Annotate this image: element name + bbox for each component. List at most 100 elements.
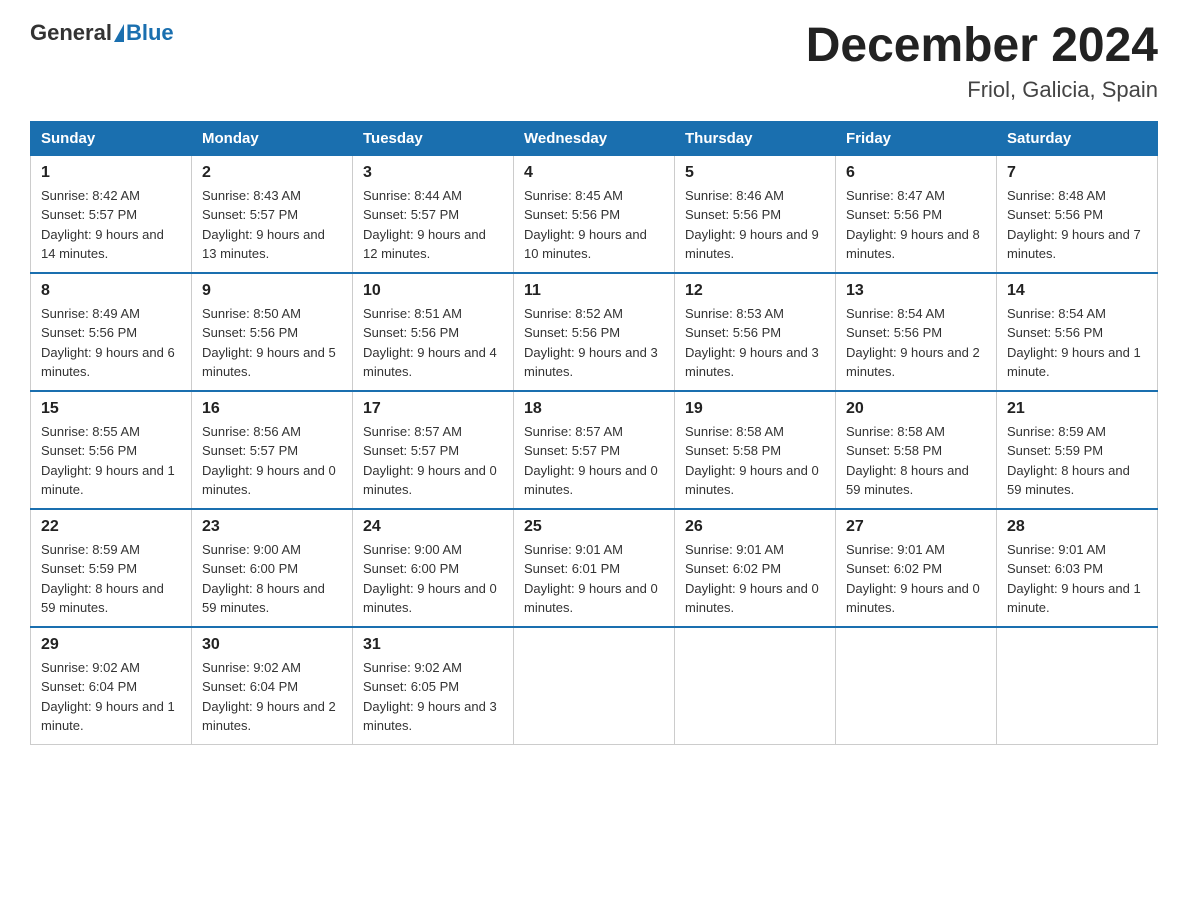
- day-number: 11: [524, 282, 664, 300]
- day-cell: 26 Sunrise: 9:01 AMSunset: 6:02 PMDaylig…: [675, 509, 836, 627]
- day-cell: [514, 627, 675, 745]
- day-cell: 8 Sunrise: 8:49 AMSunset: 5:56 PMDayligh…: [31, 273, 192, 391]
- day-cell: 13 Sunrise: 8:54 AMSunset: 5:56 PMDaylig…: [836, 273, 997, 391]
- day-number: 1: [41, 164, 181, 182]
- day-cell: 18 Sunrise: 8:57 AMSunset: 5:57 PMDaylig…: [514, 391, 675, 509]
- day-cell: 11 Sunrise: 8:52 AMSunset: 5:56 PMDaylig…: [514, 273, 675, 391]
- day-cell: 6 Sunrise: 8:47 AMSunset: 5:56 PMDayligh…: [836, 155, 997, 273]
- day-number: 3: [363, 164, 503, 182]
- day-number: 21: [1007, 400, 1147, 418]
- header-sunday: Sunday: [31, 121, 192, 155]
- day-number: 24: [363, 518, 503, 536]
- week-row-1: 1 Sunrise: 8:42 AMSunset: 5:57 PMDayligh…: [31, 155, 1158, 273]
- day-number: 8: [41, 282, 181, 300]
- day-number: 25: [524, 518, 664, 536]
- day-cell: 28 Sunrise: 9:01 AMSunset: 6:03 PMDaylig…: [997, 509, 1158, 627]
- day-cell: 16 Sunrise: 8:56 AMSunset: 5:57 PMDaylig…: [192, 391, 353, 509]
- day-number: 23: [202, 518, 342, 536]
- day-info: Sunrise: 9:00 AMSunset: 6:00 PMDaylight:…: [202, 540, 342, 618]
- day-cell: 14 Sunrise: 8:54 AMSunset: 5:56 PMDaylig…: [997, 273, 1158, 391]
- day-number: 10: [363, 282, 503, 300]
- day-info: Sunrise: 8:48 AMSunset: 5:56 PMDaylight:…: [1007, 186, 1147, 264]
- day-cell: [997, 627, 1158, 745]
- header-wednesday: Wednesday: [514, 121, 675, 155]
- logo-triangle-icon: [114, 24, 124, 42]
- location-title: Friol, Galicia, Spain: [806, 77, 1158, 103]
- day-number: 20: [846, 400, 986, 418]
- day-number: 27: [846, 518, 986, 536]
- day-info: Sunrise: 8:49 AMSunset: 5:56 PMDaylight:…: [41, 304, 181, 382]
- day-cell: 17 Sunrise: 8:57 AMSunset: 5:57 PMDaylig…: [353, 391, 514, 509]
- day-number: 12: [685, 282, 825, 300]
- header-monday: Monday: [192, 121, 353, 155]
- day-number: 28: [1007, 518, 1147, 536]
- header-tuesday: Tuesday: [353, 121, 514, 155]
- day-cell: 27 Sunrise: 9:01 AMSunset: 6:02 PMDaylig…: [836, 509, 997, 627]
- day-info: Sunrise: 8:57 AMSunset: 5:57 PMDaylight:…: [524, 422, 664, 500]
- day-info: Sunrise: 9:00 AMSunset: 6:00 PMDaylight:…: [363, 540, 503, 618]
- day-number: 2: [202, 164, 342, 182]
- header-saturday: Saturday: [997, 121, 1158, 155]
- day-info: Sunrise: 8:59 AMSunset: 5:59 PMDaylight:…: [1007, 422, 1147, 500]
- day-number: 4: [524, 164, 664, 182]
- day-cell: 19 Sunrise: 8:58 AMSunset: 5:58 PMDaylig…: [675, 391, 836, 509]
- day-number: 9: [202, 282, 342, 300]
- day-cell: 5 Sunrise: 8:46 AMSunset: 5:56 PMDayligh…: [675, 155, 836, 273]
- day-number: 26: [685, 518, 825, 536]
- day-cell: 30 Sunrise: 9:02 AMSunset: 6:04 PMDaylig…: [192, 627, 353, 745]
- page-header: General Blue December 2024 Friol, Galici…: [30, 20, 1158, 103]
- day-info: Sunrise: 8:56 AMSunset: 5:57 PMDaylight:…: [202, 422, 342, 500]
- day-info: Sunrise: 8:51 AMSunset: 5:56 PMDaylight:…: [363, 304, 503, 382]
- calendar-table: SundayMondayTuesdayWednesdayThursdayFrid…: [30, 121, 1158, 745]
- calendar-header-row: SundayMondayTuesdayWednesdayThursdayFrid…: [31, 121, 1158, 155]
- header-friday: Friday: [836, 121, 997, 155]
- day-cell: 21 Sunrise: 8:59 AMSunset: 5:59 PMDaylig…: [997, 391, 1158, 509]
- day-info: Sunrise: 9:02 AMSunset: 6:04 PMDaylight:…: [202, 658, 342, 736]
- day-info: Sunrise: 9:01 AMSunset: 6:02 PMDaylight:…: [846, 540, 986, 618]
- logo-general-text: General: [30, 20, 112, 46]
- title-block: December 2024 Friol, Galicia, Spain: [806, 20, 1158, 103]
- day-info: Sunrise: 8:59 AMSunset: 5:59 PMDaylight:…: [41, 540, 181, 618]
- logo-blue-text: Blue: [126, 20, 174, 46]
- day-info: Sunrise: 9:01 AMSunset: 6:01 PMDaylight:…: [524, 540, 664, 618]
- logo: General Blue: [30, 20, 174, 46]
- day-cell: 1 Sunrise: 8:42 AMSunset: 5:57 PMDayligh…: [31, 155, 192, 273]
- day-number: 22: [41, 518, 181, 536]
- day-cell: 7 Sunrise: 8:48 AMSunset: 5:56 PMDayligh…: [997, 155, 1158, 273]
- day-info: Sunrise: 9:02 AMSunset: 6:04 PMDaylight:…: [41, 658, 181, 736]
- day-number: 17: [363, 400, 503, 418]
- day-cell: 10 Sunrise: 8:51 AMSunset: 5:56 PMDaylig…: [353, 273, 514, 391]
- month-title: December 2024: [806, 20, 1158, 73]
- day-number: 16: [202, 400, 342, 418]
- day-info: Sunrise: 9:01 AMSunset: 6:03 PMDaylight:…: [1007, 540, 1147, 618]
- day-info: Sunrise: 8:58 AMSunset: 5:58 PMDaylight:…: [846, 422, 986, 500]
- day-cell: [836, 627, 997, 745]
- day-info: Sunrise: 8:54 AMSunset: 5:56 PMDaylight:…: [1007, 304, 1147, 382]
- day-info: Sunrise: 8:50 AMSunset: 5:56 PMDaylight:…: [202, 304, 342, 382]
- day-info: Sunrise: 8:42 AMSunset: 5:57 PMDaylight:…: [41, 186, 181, 264]
- day-number: 18: [524, 400, 664, 418]
- day-cell: 29 Sunrise: 9:02 AMSunset: 6:04 PMDaylig…: [31, 627, 192, 745]
- day-info: Sunrise: 8:44 AMSunset: 5:57 PMDaylight:…: [363, 186, 503, 264]
- day-number: 14: [1007, 282, 1147, 300]
- day-info: Sunrise: 8:46 AMSunset: 5:56 PMDaylight:…: [685, 186, 825, 264]
- day-cell: 9 Sunrise: 8:50 AMSunset: 5:56 PMDayligh…: [192, 273, 353, 391]
- day-cell: 22 Sunrise: 8:59 AMSunset: 5:59 PMDaylig…: [31, 509, 192, 627]
- day-number: 5: [685, 164, 825, 182]
- day-cell: 23 Sunrise: 9:00 AMSunset: 6:00 PMDaylig…: [192, 509, 353, 627]
- day-info: Sunrise: 8:54 AMSunset: 5:56 PMDaylight:…: [846, 304, 986, 382]
- day-cell: 24 Sunrise: 9:00 AMSunset: 6:00 PMDaylig…: [353, 509, 514, 627]
- day-number: 29: [41, 636, 181, 654]
- day-cell: 31 Sunrise: 9:02 AMSunset: 6:05 PMDaylig…: [353, 627, 514, 745]
- day-number: 15: [41, 400, 181, 418]
- day-info: Sunrise: 8:53 AMSunset: 5:56 PMDaylight:…: [685, 304, 825, 382]
- day-cell: [675, 627, 836, 745]
- day-cell: 25 Sunrise: 9:01 AMSunset: 6:01 PMDaylig…: [514, 509, 675, 627]
- day-info: Sunrise: 9:02 AMSunset: 6:05 PMDaylight:…: [363, 658, 503, 736]
- day-info: Sunrise: 8:52 AMSunset: 5:56 PMDaylight:…: [524, 304, 664, 382]
- day-info: Sunrise: 8:58 AMSunset: 5:58 PMDaylight:…: [685, 422, 825, 500]
- week-row-5: 29 Sunrise: 9:02 AMSunset: 6:04 PMDaylig…: [31, 627, 1158, 745]
- day-info: Sunrise: 8:47 AMSunset: 5:56 PMDaylight:…: [846, 186, 986, 264]
- day-info: Sunrise: 8:55 AMSunset: 5:56 PMDaylight:…: [41, 422, 181, 500]
- day-info: Sunrise: 8:45 AMSunset: 5:56 PMDaylight:…: [524, 186, 664, 264]
